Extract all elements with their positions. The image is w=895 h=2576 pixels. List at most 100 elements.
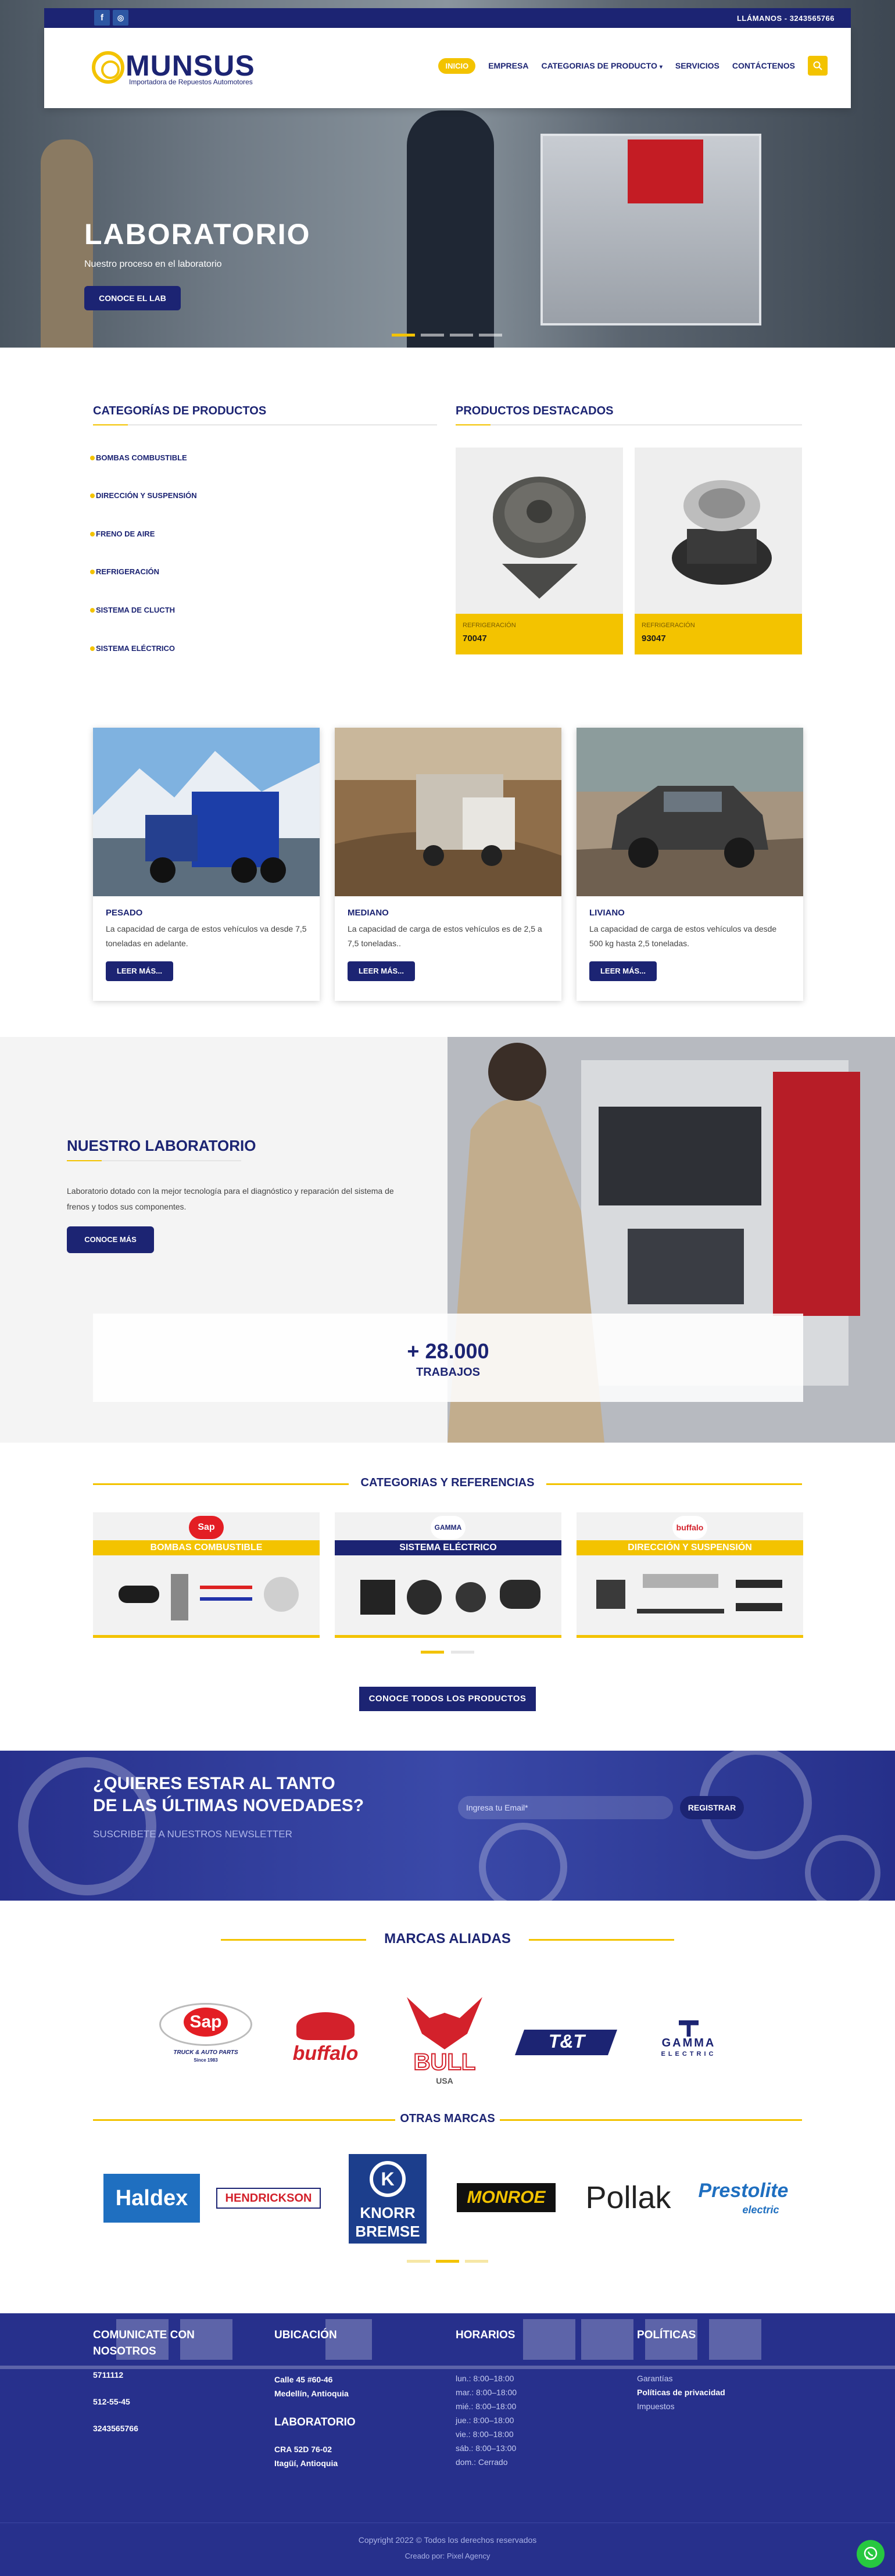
sap-since: Since 1983 — [194, 2058, 218, 2063]
carousel-dot-2[interactable] — [451, 1651, 474, 1654]
prestolite-wordmark: Prestolite — [698, 2180, 789, 2202]
hero-cta-button[interactable]: CONOCE EL LAB — [84, 286, 181, 310]
reference-card[interactable]: buffalo DIRECCIÓN Y SUSPENSIÓN — [577, 1512, 803, 1638]
chevron-down-icon: ▾ — [659, 64, 663, 70]
reference-card[interactable]: GAMMA SISTEMA ELÉCTRICO — [335, 1512, 561, 1638]
categories-title-underline — [93, 424, 437, 425]
footer-phone[interactable]: 3243565766 — [93, 2424, 138, 2433]
allied-brands-title: MARCAS ALIADAS — [384, 1931, 511, 1947]
carousel-dot-1[interactable] — [421, 1651, 444, 1654]
logo-icon[interactable] — [92, 51, 124, 84]
carousel-dot-1[interactable] — [407, 2260, 430, 2263]
hero-photo-machine-panel — [628, 139, 703, 203]
policy-link[interactable]: Impuestos — [637, 2399, 675, 2413]
all-products-button[interactable]: CONOCE TODOS LOS PRODUCTOS — [359, 1687, 536, 1711]
hero-photo-technician — [407, 110, 494, 348]
brand-logo-gamma[interactable]: GAMMA ELECTRIC — [639, 2020, 738, 2067]
brand-logo-hendrickson[interactable]: HENDRICKSON — [216, 2188, 321, 2209]
brand-logo-haldex[interactable]: Haldex — [103, 2174, 200, 2223]
bull-usa: USA — [436, 2076, 453, 2085]
footer-address-line: Medellín, Antioquia — [274, 2389, 349, 2398]
categories-title: CATEGORÍAS DE PRODUCTOS — [93, 405, 267, 417]
bremse-wordmark: BREMSE — [355, 2223, 420, 2240]
newsletter-section — [0, 1751, 895, 1901]
footer-phone[interactable]: 5711112 — [93, 2370, 123, 2380]
footer-policies-title: POLÍTICAS — [637, 2329, 696, 2341]
footer-address-line: Itagüí, Antioquia — [274, 2459, 338, 2468]
category-link[interactable]: DIRECCIÓN Y SUSPENSIÓN — [90, 491, 197, 500]
footer-hours-title: HORARIOS — [456, 2329, 515, 2341]
carousel-dot-2[interactable] — [436, 2260, 459, 2263]
lab-more-button[interactable]: CONOCE MÁS — [67, 1226, 154, 1253]
lab-title: NUESTRO LABORATORIO — [67, 1137, 256, 1154]
product-category: REFRIGERACIÓN — [642, 622, 695, 629]
pickup-truck-image — [577, 728, 803, 896]
whatsapp-icon — [864, 2546, 878, 2560]
gamma-wordmark: GAMMA — [661, 2037, 716, 2049]
category-link[interactable]: BOMBAS COMBUSTIBLE — [90, 453, 187, 462]
vehicle-card-liviano: LIVIANO La capacidad de carga de estos v… — [577, 728, 803, 1001]
read-more-button[interactable]: LEER MÁS... — [106, 961, 173, 981]
counter-label: TRABAJOS — [416, 1366, 480, 1379]
hours-line: dom.: Cerrado — [456, 2457, 508, 2467]
category-link[interactable]: FRENO DE AIRE — [90, 529, 155, 538]
product-code: 93047 — [642, 634, 666, 643]
policy-link[interactable]: Políticas de privacidad — [637, 2385, 725, 2399]
water-pump-image — [456, 448, 623, 614]
brand-logo: GAMMA — [431, 1516, 466, 1539]
nav-empresa[interactable]: EMPRESA — [488, 61, 528, 70]
logo-tagline: Importadora de Repuestos Automotores — [129, 78, 253, 86]
slider-dot-2[interactable] — [421, 334, 444, 337]
whatsapp-button[interactable] — [857, 2540, 885, 2568]
sap-wordmark: Sap — [184, 2008, 228, 2037]
brand-logo-bull[interactable]: BULL USA — [395, 1997, 494, 2090]
top-bar: f ◎ LLÁMANOS - 3243565766 — [44, 8, 851, 28]
footer-location-title: UBICACIÓN — [274, 2329, 337, 2341]
gamma-sub: ELECTRIC — [661, 2051, 717, 2058]
tt-wordmark: T&T — [548, 2031, 585, 2052]
brand-logo-buffalo[interactable]: buffalo — [273, 2012, 378, 2070]
footer-phone[interactable]: 512-55-45 — [93, 2397, 130, 2406]
email-input[interactable] — [458, 1796, 673, 1819]
brand-logo-sap[interactable]: Sap TRUCK & AUTO PARTS Since 1983 — [153, 2003, 258, 2067]
register-button[interactable]: REGISTRAR — [680, 1796, 744, 1819]
carousel-dot-3[interactable] — [465, 2260, 488, 2263]
lab-description: Laboratorio dotado con la mejor tecnolog… — [67, 1186, 394, 1211]
product-image — [635, 448, 802, 614]
brand-logo-tt[interactable]: T&T — [514, 2026, 618, 2061]
category-link[interactable]: SISTEMA DE CLUCTH — [90, 606, 175, 614]
heavy-truck-image — [93, 728, 320, 896]
product-caption: REFRIGERACIÓN 70047 — [456, 614, 623, 654]
brand-logo-prestolite[interactable]: Prestolite electric — [689, 2177, 797, 2224]
reference-band: DIRECCIÓN Y SUSPENSIÓN — [577, 1540, 803, 1555]
reference-card[interactable]: Sap BOMBAS COMBUSTIBLE — [93, 1512, 320, 1638]
brand-logo-knorr[interactable]: K KNORR BREMSE — [349, 2154, 427, 2244]
instagram-icon[interactable]: ◎ — [113, 10, 128, 26]
slider-dot-1[interactable] — [392, 334, 415, 337]
fan-clutch-image — [635, 448, 802, 614]
search-button[interactable] — [808, 56, 828, 76]
category-link[interactable]: SISTEMA ELÉCTRICO — [90, 644, 175, 653]
product-card[interactable]: REFRIGERACIÓN 93047 — [635, 448, 802, 654]
phone-link[interactable]: LLÁMANOS - 3243565766 — [737, 14, 835, 23]
bull-wordmark: BULL — [413, 2049, 477, 2076]
policy-link[interactable]: Garantías — [637, 2371, 672, 2385]
nav-servicios[interactable]: SERVICIOS — [675, 61, 719, 70]
brand-logo-monroe[interactable]: MONROE — [457, 2183, 556, 2212]
facebook-icon[interactable]: f — [94, 10, 110, 26]
read-more-button[interactable]: LEER MÁS... — [589, 961, 657, 981]
slider-dot-3[interactable] — [450, 334, 473, 337]
nav-inicio[interactable]: INICIO — [438, 58, 476, 74]
category-link[interactable]: REFRIGERACIÓN — [90, 567, 159, 576]
read-more-button[interactable]: LEER MÁS... — [348, 961, 415, 981]
hours-line: jue.: 8:00–18:00 — [456, 2416, 514, 2425]
vehicle-card-mediano: MEDIANO La capacidad de carga de estos v… — [335, 728, 561, 1001]
stats-counter: + 28.000 TRABAJOS — [93, 1314, 803, 1402]
product-card[interactable]: REFRIGERACIÓN 70047 — [456, 448, 623, 654]
nav-contactenos[interactable]: CONTÁCTENOS — [732, 61, 795, 70]
vehicle-desc: La capacidad de carga de estos vehículos… — [589, 924, 777, 948]
slider-dot-4[interactable] — [479, 334, 502, 337]
nav-categorias[interactable]: CATEGORIAS DE PRODUCTO ▾ — [541, 61, 662, 70]
newsletter-subtitle: SUSCRIBETE A NUESTROS NEWSLETTER — [93, 1829, 292, 1840]
brand-logo-pollak[interactable]: Pollak — [579, 2177, 678, 2218]
